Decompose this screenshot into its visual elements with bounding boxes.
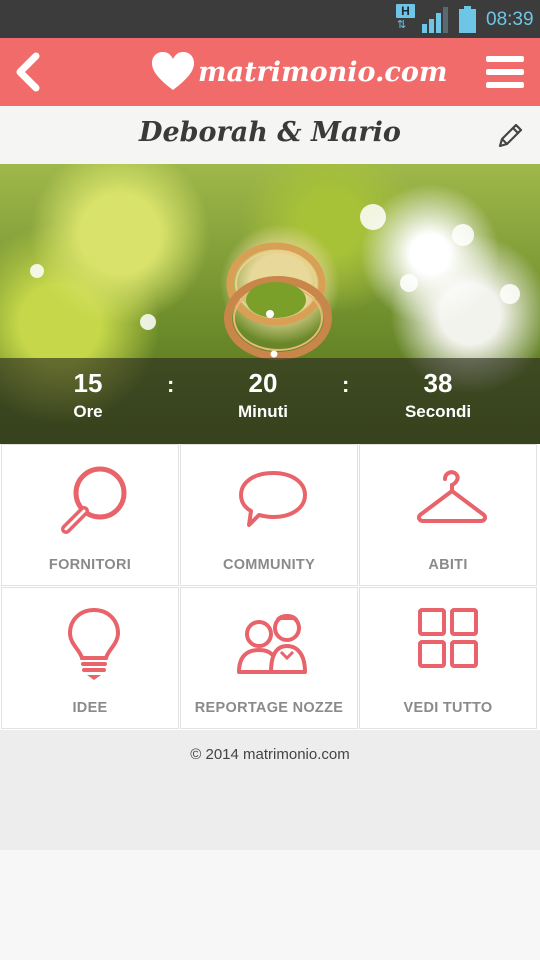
- speech-bubble-icon: [239, 471, 307, 527]
- tile-label: COMMUNITY: [222, 557, 316, 573]
- flower-decoration: [400, 274, 418, 292]
- couple-names: Deborah & Mario: [139, 117, 401, 148]
- flower-decoration: [500, 284, 520, 304]
- app-bar: matrimonio.com: [0, 38, 540, 106]
- countdown-bar: 15 Ore : 20 Minuti : 38 Secondi: [0, 358, 540, 444]
- copyright-text: © 2014 matrimonio.com: [190, 746, 350, 763]
- magnifier-icon: [61, 466, 127, 534]
- countdown-minutes-value: 20: [248, 368, 278, 398]
- tile-label: VEDI TUTTO: [403, 700, 493, 716]
- couple-title-bar: Deborah & Mario: [0, 106, 540, 164]
- tile-label: FORNITORI: [48, 557, 132, 573]
- hamburger-menu-icon[interactable]: [484, 52, 526, 92]
- signal-icon: [422, 7, 448, 33]
- grid-icon: [418, 608, 478, 668]
- flower-decoration: [30, 264, 44, 278]
- hero-wedding-image: 15 Ore : 20 Minuti : 38 Secondi: [0, 164, 540, 444]
- countdown-hours-label: Ore: [73, 402, 103, 421]
- tile-fornitori[interactable]: FORNITORI: [1, 444, 179, 586]
- data-activity-icon: ⇅: [397, 19, 406, 31]
- tile-community[interactable]: COMMUNITY: [180, 444, 358, 586]
- tile-reportage-nozze[interactable]: REPORTAGE NOZZE: [180, 587, 358, 729]
- flower-decoration: [140, 314, 156, 330]
- lightbulb-icon: [67, 607, 121, 680]
- tile-vedi-tutto[interactable]: VEDI TUTTO: [359, 587, 537, 729]
- network-type-badge: H: [396, 4, 415, 18]
- tile-label: ABITI: [428, 557, 468, 573]
- logo-text: matrimonio.com: [198, 56, 448, 88]
- heart-logo-icon: [152, 52, 194, 90]
- tile-label: IDEE: [72, 700, 108, 716]
- countdown-minutes-label: Minuti: [237, 402, 289, 421]
- countdown-hours-value: 15: [73, 368, 103, 398]
- app-logo[interactable]: matrimonio.com: [150, 46, 447, 98]
- flower-decoration: [452, 224, 474, 246]
- countdown-separator: :: [342, 372, 350, 397]
- couple-icon: [237, 614, 307, 674]
- countdown-separator: :: [167, 372, 175, 397]
- battery-icon: [459, 6, 476, 33]
- countdown-seconds-label: Secondi: [404, 402, 472, 421]
- countdown-seconds-value: 38: [423, 368, 453, 398]
- wedding-rings-image: [224, 242, 332, 360]
- empty-area: [0, 850, 540, 960]
- pencil-icon[interactable]: [494, 120, 526, 152]
- hanger-icon: [417, 470, 487, 523]
- clock: 08:39: [486, 9, 534, 30]
- tile-abiti[interactable]: ABITI: [359, 444, 537, 586]
- tile-idee[interactable]: IDEE: [1, 587, 179, 729]
- tile-label: REPORTAGE NOZZE: [194, 700, 344, 716]
- status-bar: H ⇅ 08:39: [0, 0, 540, 38]
- chevron-left-icon[interactable]: [10, 48, 46, 96]
- menu-grid: FORNITORI COMMUNITY ABITI IDEE REPORTAGE…: [0, 444, 540, 730]
- footer: © 2014 matrimonio.com: [0, 730, 540, 850]
- flower-decoration: [360, 204, 386, 230]
